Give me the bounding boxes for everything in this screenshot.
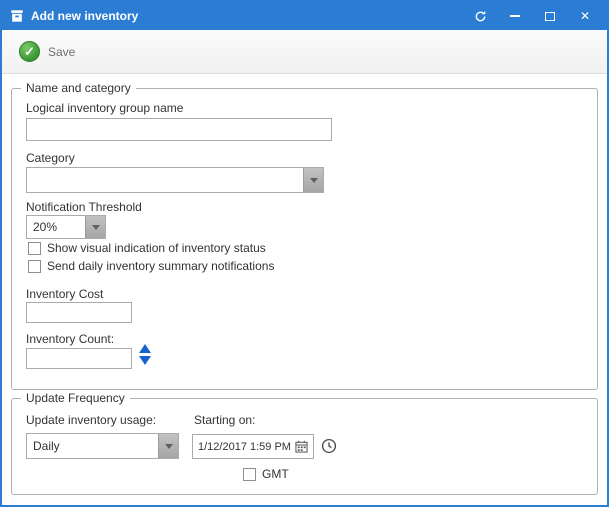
spinner-down-icon[interactable] bbox=[139, 356, 151, 365]
titlebar: Add new inventory ✕ bbox=[2, 2, 607, 30]
save-button[interactable]: ✓ Save bbox=[10, 36, 90, 67]
update-frequency-group: Update Frequency Update inventory usage:… bbox=[11, 398, 598, 495]
daily-summary-label: Send daily inventory summary notificatio… bbox=[47, 259, 274, 273]
starting-on-datetime-field[interactable]: 1/12/2017 1:59 PM bbox=[192, 434, 314, 459]
threshold-dropdown[interactable]: 20% bbox=[26, 215, 106, 239]
save-button-label: Save bbox=[48, 45, 75, 59]
starting-on-value: 1/12/2017 1:59 PM bbox=[198, 441, 291, 453]
update-usage-label: Update inventory usage: bbox=[26, 413, 156, 427]
category-value bbox=[27, 168, 303, 192]
update-usage-value: Daily bbox=[27, 434, 158, 458]
refresh-icon[interactable] bbox=[466, 5, 494, 27]
category-dropdown-button[interactable] bbox=[303, 168, 323, 192]
gmt-label: GMT bbox=[262, 467, 289, 481]
gmt-checkbox[interactable] bbox=[243, 468, 256, 481]
minimize-icon[interactable] bbox=[501, 5, 529, 27]
chevron-down-icon bbox=[165, 444, 173, 449]
chevron-down-icon bbox=[310, 178, 318, 183]
name-category-group: Name and category Logical inventory grou… bbox=[11, 88, 598, 390]
daily-summary-checkbox[interactable] bbox=[28, 260, 41, 273]
chevron-down-icon bbox=[92, 225, 100, 230]
inventory-count-stepper[interactable] bbox=[139, 344, 151, 365]
category-dropdown[interactable] bbox=[26, 167, 324, 193]
maximize-icon[interactable] bbox=[536, 5, 564, 27]
window-title: Add new inventory bbox=[31, 9, 459, 23]
inventory-count-input[interactable] bbox=[26, 348, 132, 369]
threshold-label: Notification Threshold bbox=[26, 200, 142, 214]
visual-indication-checkbox-row[interactable]: Show visual indication of inventory stat… bbox=[28, 241, 266, 255]
threshold-value: 20% bbox=[27, 216, 85, 238]
name-category-legend: Name and category bbox=[21, 81, 136, 95]
update-frequency-legend: Update Frequency bbox=[21, 391, 130, 405]
visual-indication-label: Show visual indication of inventory stat… bbox=[47, 241, 266, 255]
starting-on-label: Starting on: bbox=[194, 413, 255, 427]
close-glyph: ✕ bbox=[580, 10, 590, 22]
inventory-cost-label: Inventory Cost bbox=[26, 287, 103, 301]
add-inventory-dialog: Add new inventory ✕ ✓ Save Name and cate… bbox=[0, 0, 609, 507]
group-name-label: Logical inventory group name bbox=[26, 101, 183, 115]
maximize-glyph bbox=[545, 12, 555, 21]
toolbar: ✓ Save bbox=[2, 30, 607, 74]
inventory-count-label: Inventory Count: bbox=[26, 332, 114, 346]
minimize-glyph bbox=[510, 15, 520, 17]
daily-summary-checkbox-row[interactable]: Send daily inventory summary notificatio… bbox=[28, 259, 274, 273]
group-name-input[interactable] bbox=[26, 118, 332, 141]
save-check-icon: ✓ bbox=[19, 41, 40, 62]
threshold-dropdown-button[interactable] bbox=[85, 216, 105, 238]
inventory-cost-input[interactable] bbox=[26, 302, 132, 323]
clock-icon[interactable] bbox=[321, 438, 337, 454]
visual-indication-checkbox[interactable] bbox=[28, 242, 41, 255]
app-icon bbox=[10, 9, 24, 23]
category-label: Category bbox=[26, 151, 75, 165]
dialog-body: Name and category Logical inventory grou… bbox=[2, 74, 607, 503]
close-icon[interactable]: ✕ bbox=[571, 5, 599, 27]
calendar-icon[interactable] bbox=[295, 440, 308, 453]
update-usage-dropdown-button[interactable] bbox=[158, 434, 178, 458]
spinner-up-icon[interactable] bbox=[139, 344, 151, 353]
gmt-checkbox-row[interactable]: GMT bbox=[243, 467, 289, 481]
update-usage-dropdown[interactable]: Daily bbox=[26, 433, 179, 459]
